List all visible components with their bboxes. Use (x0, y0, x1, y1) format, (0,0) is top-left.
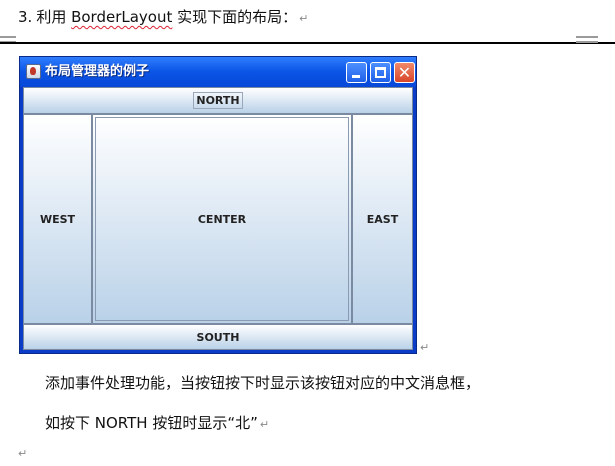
east-button[interactable]: EAST (352, 114, 413, 324)
west-button-label: WEST (39, 212, 76, 226)
heading-suffix: 实现下面的布局： (172, 8, 298, 26)
north-button[interactable]: NORTH (23, 87, 413, 114)
task-number: 3. (18, 8, 33, 26)
body-paragraph-1: 添加事件处理功能，当按钮按下时显示该按钮对应的中文消息框， (45, 373, 480, 393)
body-line-1: 添加事件处理功能，当按钮按下时显示该按钮对应的中文消息框， (45, 374, 481, 392)
north-button-label: NORTH (193, 92, 243, 109)
minimize-button[interactable] (346, 62, 367, 83)
paragraph-mark-icon: ↵ (299, 12, 309, 25)
task-heading: 3. 利用 BorderLayout 实现下面的布局： ↵ (18, 7, 308, 29)
close-button[interactable]: ✕ (394, 62, 415, 83)
minimize-icon (352, 75, 360, 78)
center-button-label: CENTER (197, 212, 247, 226)
close-icon: ✕ (397, 63, 412, 82)
margin-marker-right-icon (576, 36, 598, 46)
south-button[interactable]: SOUTH (23, 324, 413, 350)
body-line-2: 如按下 NORTH 按钮时显示“北” (45, 414, 258, 432)
paragraph-mark-icon: ↵ (18, 447, 28, 460)
east-button-label: EAST (366, 212, 399, 226)
heading-prefix: 利用 (36, 8, 72, 26)
paragraph-mark-icon: ↵ (259, 418, 270, 431)
window-titlebar[interactable]: 布局管理器的例子 ✕ (20, 57, 416, 87)
horizontal-rule (0, 42, 615, 44)
west-button[interactable]: WEST (23, 114, 92, 324)
margin-marker-left-icon (0, 36, 16, 46)
body-paragraph-2: 如按下 NORTH 按钮时显示“北” ↵ (45, 413, 269, 435)
window-title: 布局管理器的例子 (45, 64, 150, 79)
border-layout-panel: NORTH WEST CENTER EAST SOUTH (23, 87, 413, 350)
paragraph-mark-icon: ↵ (420, 341, 430, 354)
heading-keyword: BorderLayout (71, 8, 173, 26)
south-button-label: SOUTH (196, 330, 240, 344)
maximize-icon (375, 67, 386, 78)
java-window: 布局管理器的例子 ✕ NORTH WEST CENTER EAST SOUTH (19, 56, 417, 354)
maximize-button[interactable] (370, 62, 391, 83)
java-app-icon (26, 64, 41, 79)
center-button[interactable]: CENTER (92, 114, 352, 324)
